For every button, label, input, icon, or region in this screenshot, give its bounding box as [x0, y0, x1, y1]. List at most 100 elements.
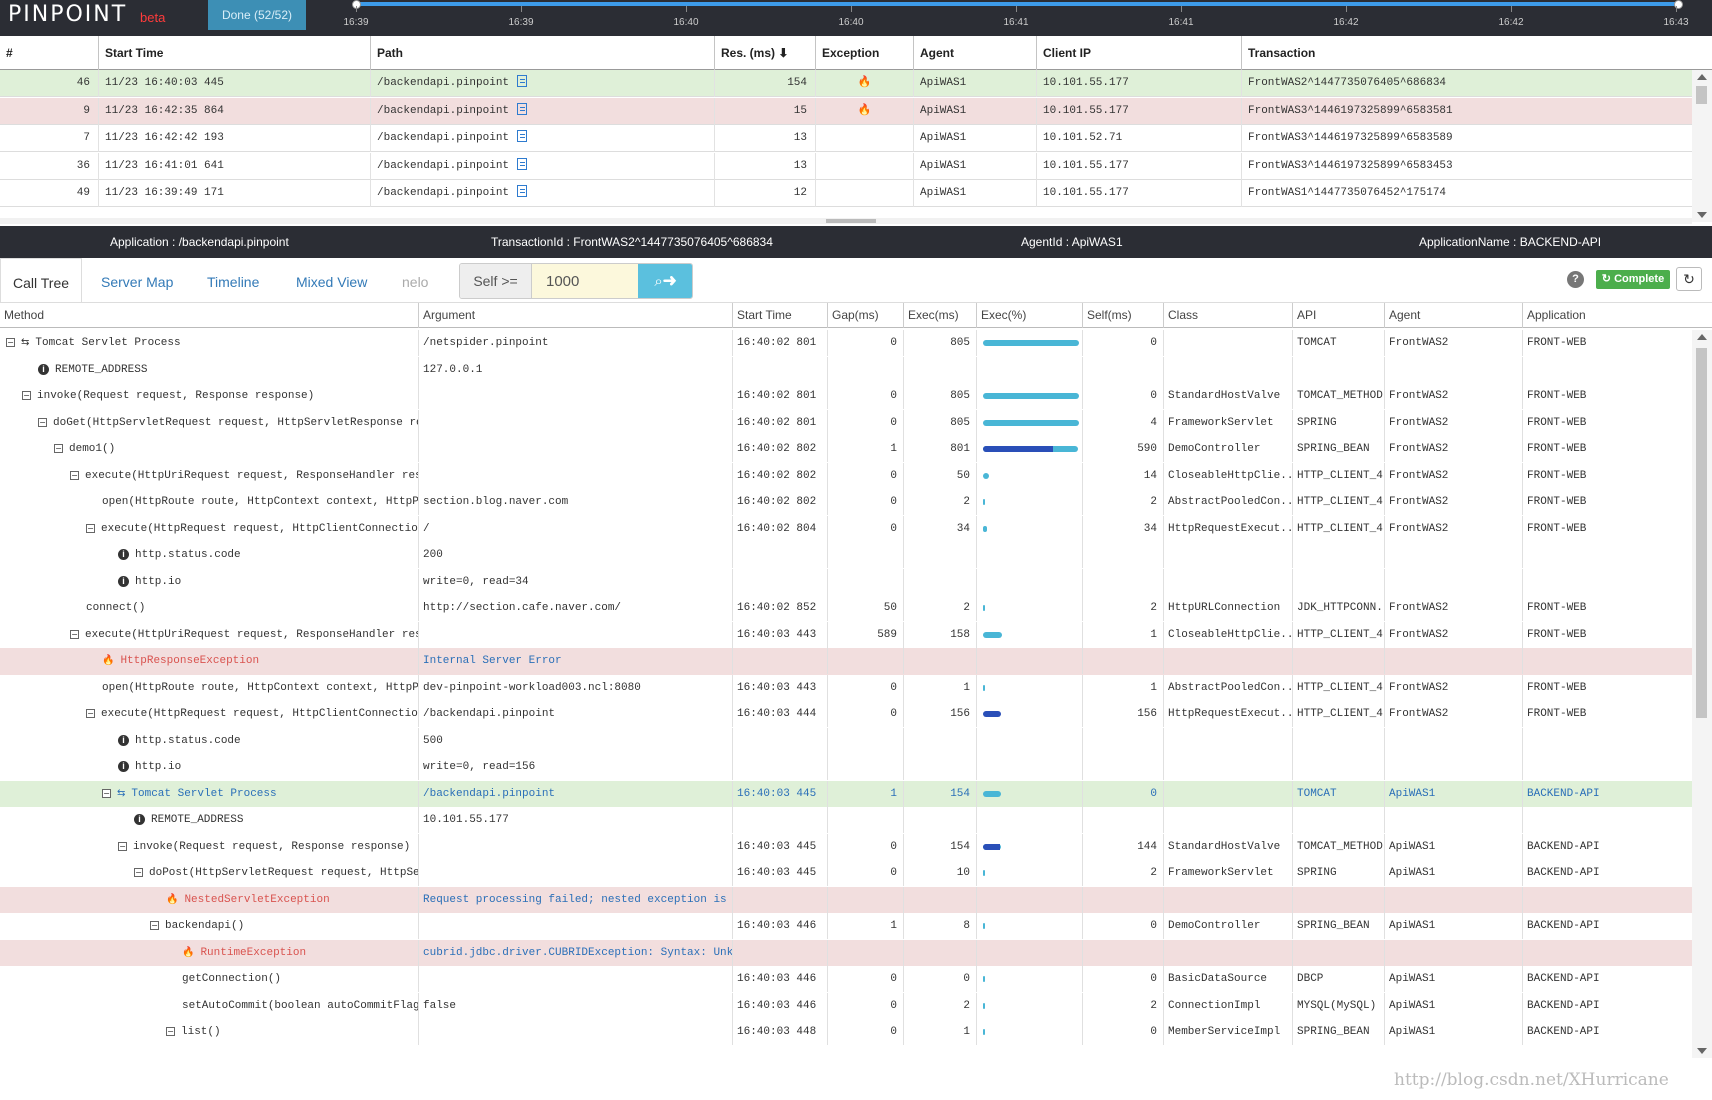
col-method-header[interactable]: Method — [0, 303, 418, 328]
tab-call-tree[interactable]: Call Tree — [0, 258, 83, 306]
call-tree-row[interactable]: − doPost(HttpServletRequest request, Http… — [0, 860, 1692, 887]
transaction-row[interactable]: 36 11/23 16:41:01 641/backendapi.pinpoint… — [0, 152, 1692, 180]
col-res-header[interactable]: Res. (ms) ⬇ — [714, 36, 815, 70]
call-tree-row[interactable]: i http.io write=0, read=34 — [0, 568, 1692, 596]
call-tree-row[interactable]: − execute(HttpUriRequest request, Respons… — [0, 462, 1692, 490]
scroll-up-icon[interactable] — [1697, 74, 1707, 80]
call-tree-row[interactable]: i http.status.code 200 — [0, 542, 1692, 569]
call-tree-row[interactable]: open(HttpRoute route, HttpContext contex… — [0, 674, 1692, 702]
collapse-toggle-icon[interactable]: − — [134, 868, 143, 877]
document-icon[interactable] — [517, 157, 528, 170]
cell-self — [1082, 807, 1163, 833]
collapse-toggle-icon[interactable]: − — [86, 523, 95, 533]
search-next-button[interactable]: ⌕➜ — [638, 264, 692, 298]
col-transaction-header[interactable]: Transaction — [1241, 36, 1692, 70]
scroll-down-icon[interactable] — [1697, 212, 1707, 218]
collapse-toggle-icon[interactable]: − — [150, 921, 159, 930]
call-tree-row[interactable]: − doGet(HttpServletRequest request, HttpS… — [0, 409, 1692, 437]
call-tree-row[interactable]: − backendapi() 16:40:03 446 1 8 0 DemoControll… — [0, 913, 1692, 940]
collapse-toggle-icon[interactable]: − — [54, 444, 63, 453]
col-self-header[interactable]: Self(ms) — [1082, 303, 1163, 328]
tab-nelo[interactable]: nelo — [390, 258, 440, 306]
transaction-row[interactable]: 7 11/23 16:42:42 193/backendapi.pinpoint 1… — [0, 125, 1692, 152]
call-tree-row[interactable]: connect() http://section.cafe.naver.com/1… — [0, 595, 1692, 622]
collapse-toggle-icon[interactable]: − — [102, 788, 111, 798]
cell-agent: FrontWAS2 — [1384, 462, 1522, 489]
time-range-slider[interactable]: 16:39 16:39 16:40 16:40 16:41 16:41 16:42 16:42… — [343, 0, 1689, 36]
col-application-header[interactable]: Application — [1522, 303, 1692, 328]
col-agent-header[interactable]: Agent — [1384, 303, 1522, 328]
hscroll-thumb[interactable] — [826, 219, 876, 223]
cell-agent: FrontWAS2 — [1384, 595, 1522, 621]
collapse-toggle-icon[interactable]: − — [6, 338, 15, 347]
col-class-header[interactable]: Class — [1163, 303, 1292, 328]
refresh-button[interactable]: ↻ — [1676, 267, 1702, 291]
col-start-time-header[interactable]: Start Time — [732, 303, 827, 328]
col-api-header[interactable]: API — [1292, 303, 1384, 328]
document-icon[interactable] — [517, 130, 528, 142]
pinpoint-logo[interactable]: PINPOINT — [8, 2, 127, 27]
call-tree-row[interactable]: − execute(HttpRequest request, HttpClient… — [0, 515, 1692, 543]
call-tree-row[interactable]: i REMOTE_ADDRESS 10.101.55.177 — [0, 807, 1692, 834]
document-icon[interactable] — [517, 75, 528, 87]
collapse-toggle-icon[interactable]: − — [70, 629, 79, 639]
transaction-row[interactable]: 46 11/23 16:40:03 445/backendapi.pinpoint… — [0, 70, 1692, 97]
call-tree-row[interactable]: i http.status.code 500 — [0, 727, 1692, 755]
call-tree-row[interactable]: − invoke(Request request, Response respon… — [0, 383, 1692, 410]
tab-mixed-view[interactable]: Mixed View — [284, 258, 379, 306]
col-client-ip-header[interactable]: Client IP — [1036, 36, 1241, 70]
collapse-toggle-icon[interactable]: − — [38, 417, 47, 427]
call-tree-row[interactable]: − demo1() 16:40:02 802 1 801 590 DemoControlle… — [0, 436, 1692, 463]
scroll-down-icon[interactable] — [1697, 1048, 1707, 1054]
col-index-header[interactable]: # — [0, 36, 98, 70]
collapse-toggle-icon[interactable]: − — [70, 470, 79, 480]
transaction-list-hscrollbar[interactable] — [0, 218, 1692, 224]
call-tree-row[interactable]: 🔥 RuntimeException cubrid.jdbc.driver.CUBR… — [0, 939, 1692, 966]
call-tree-row[interactable]: i http.io write=0, read=156 — [0, 754, 1692, 781]
col-exec-pct-header[interactable]: Exec(%) — [976, 303, 1082, 328]
done-progress-button[interactable]: Done (52/52) — [208, 0, 306, 30]
transaction-list-scrollbar[interactable] — [1692, 70, 1712, 222]
collapse-toggle-icon[interactable]: − — [86, 709, 95, 718]
call-tree-row[interactable]: 🔥 NestedServletException Request processin… — [0, 886, 1692, 913]
col-agent-header[interactable]: Agent — [913, 36, 1036, 70]
transaction-row[interactable]: 9 11/23 16:42:35 864/backendapi.pinpoint 1… — [0, 97, 1692, 125]
call-tree-row[interactable]: i REMOTE_ADDRESS 127.0.0.1 — [0, 356, 1692, 384]
col-start-time-header[interactable]: Start Time — [98, 36, 370, 70]
call-tree-row[interactable]: setAutoCommit(boolean autoCommitFlag) fal… — [0, 992, 1692, 1020]
call-tree-row[interactable]: getConnection() 16:40:03 446 0 0 0 BasicDataS… — [0, 966, 1692, 993]
col-exec-header[interactable]: Exec(ms) — [903, 303, 976, 328]
call-tree-row[interactable]: − list() 16:40:03 448 0 1 0 MemberServiceImpl S… — [0, 1019, 1692, 1046]
call-tree-row[interactable]: − ⇆ Tomcat Servlet Process/netspider.pinpo… — [0, 330, 1692, 357]
call-tree-row[interactable]: 🔥 HttpResponseException Internal Server Er… — [0, 648, 1692, 675]
call-tree-scrollbar[interactable] — [1692, 330, 1712, 1058]
timeline-bar[interactable] — [356, 2, 1678, 6]
scroll-thumb[interactable] — [1696, 86, 1707, 104]
scroll-up-icon[interactable] — [1697, 334, 1707, 340]
document-icon[interactable] — [517, 185, 528, 197]
call-tree-row[interactable]: − invoke(Request request, Response respon… — [0, 833, 1692, 861]
cell-api — [1292, 356, 1384, 383]
call-tree-row[interactable]: − ⇆ Tomcat Servlet Process/backendapi.pinp… — [0, 780, 1692, 807]
tab-timeline[interactable]: Timeline — [195, 258, 271, 306]
call-tree-row[interactable]: − execute(HttpRequest request, HttpClient… — [0, 701, 1692, 728]
call-tree-row[interactable]: open(HttpRoute route, HttpContext contex… — [0, 489, 1692, 516]
scroll-thumb[interactable] — [1696, 348, 1707, 718]
col-exception-header[interactable]: Exception — [815, 36, 913, 70]
cell-gap — [827, 939, 903, 966]
col-gap-header[interactable]: Gap(ms) — [827, 303, 903, 328]
cell-start-time: 11/23 16:40:03 445 — [98, 70, 370, 97]
help-icon[interactable]: ? — [1567, 271, 1584, 288]
transaction-row[interactable]: 49 11/23 16:39:49 171/backendapi.pinpoint… — [0, 180, 1692, 207]
collapse-toggle-icon[interactable]: − — [166, 1027, 175, 1036]
method-name: list() — [181, 1026, 221, 1038]
collapse-toggle-icon[interactable]: − — [22, 391, 31, 400]
document-icon[interactable] — [517, 102, 528, 115]
col-path-header[interactable]: Path — [370, 36, 714, 70]
tab-server-map[interactable]: Server Map — [89, 258, 185, 306]
self-threshold-input[interactable] — [532, 264, 638, 298]
collapse-toggle-icon[interactable]: − — [118, 841, 127, 851]
cell-start-time — [732, 542, 827, 568]
call-tree-row[interactable]: − execute(HttpUriRequest request, Respons… — [0, 621, 1692, 649]
col-argument-header[interactable]: Argument — [418, 303, 732, 328]
